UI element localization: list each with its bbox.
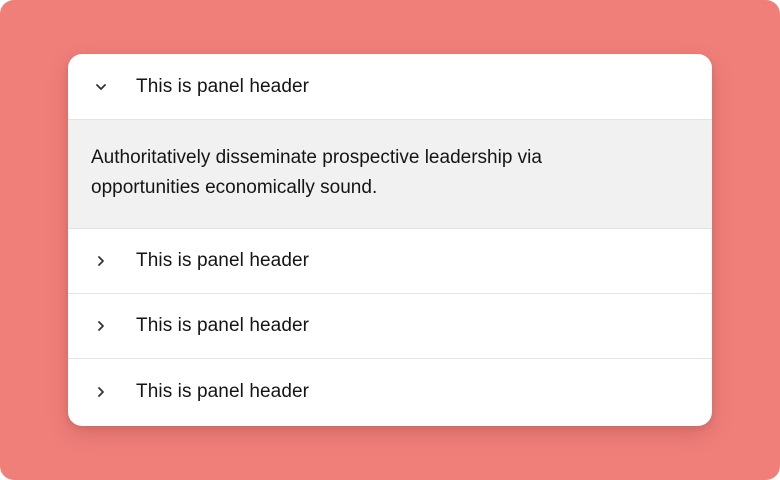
panel-header-3[interactable]: This is panel header: [68, 294, 712, 359]
panel-header-1[interactable]: This is panel header: [68, 54, 712, 120]
accordion: This is panel header Authoritatively dis…: [68, 54, 712, 426]
panel-header-label: This is panel header: [136, 380, 310, 402]
chevron-down-icon: [94, 80, 108, 94]
chevron-right-icon: [94, 385, 108, 399]
chevron-right-icon: [94, 254, 108, 268]
panel-content-text: Authoritatively disseminate prospective …: [91, 147, 542, 198]
chevron-right-icon: [94, 319, 108, 333]
panel-header-2[interactable]: This is panel header: [68, 229, 712, 294]
panel-header-label: This is panel header: [136, 75, 310, 97]
background-frame: This is panel header Authoritatively dis…: [0, 0, 780, 480]
panel-header-label: This is panel header: [136, 315, 310, 336]
panel-header-4[interactable]: This is panel header: [68, 359, 712, 424]
panel-header-label: This is panel header: [136, 250, 310, 271]
panel-content-1: Authoritatively disseminate prospective …: [68, 120, 712, 229]
